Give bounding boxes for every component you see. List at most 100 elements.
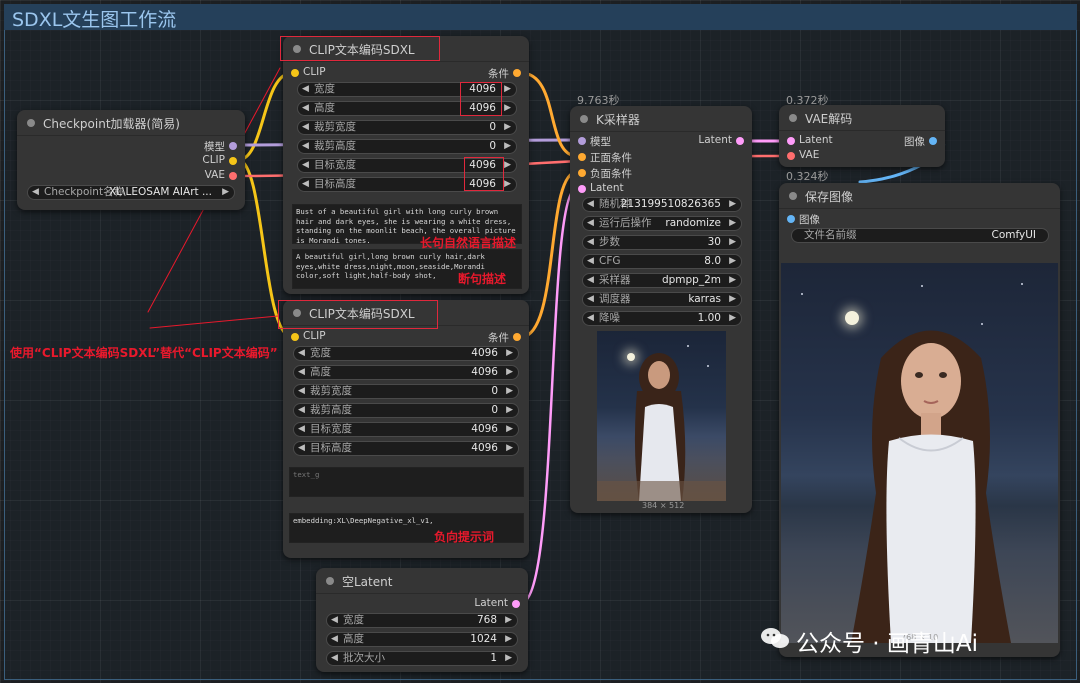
port-dot-icon[interactable] <box>512 600 520 608</box>
batch-size-widget[interactable]: ◀ 批次大小 1 ▶ <box>326 651 518 666</box>
arrow-right-icon[interactable]: ▶ <box>505 614 512 627</box>
arrow-right-icon[interactable]: ▶ <box>506 366 513 379</box>
output-model[interactable]: 模型 <box>17 138 245 154</box>
node-title-bar[interactable]: 空Latent <box>316 568 528 594</box>
arrow-left-icon[interactable]: ◀ <box>331 652 338 665</box>
output-image[interactable]: 图像 <box>865 133 945 149</box>
port-dot-icon[interactable] <box>229 142 237 150</box>
output-conditioning[interactable]: 条件 <box>409 329 529 345</box>
output-vae[interactable]: VAE <box>17 168 245 184</box>
checkpoint-loader-node[interactable]: Checkpoint加载器(简易) 模型 CLIP VAE ◀ Checkpoi… <box>17 110 245 210</box>
input-latent[interactable]: Latent <box>570 181 670 197</box>
node-title-bar[interactable]: Checkpoint加载器(简易) <box>17 110 245 136</box>
filename-prefix-widget[interactable]: 文件名前缀 ComfyUI <box>791 228 1049 243</box>
port-dot-icon[interactable] <box>578 185 586 193</box>
arrow-right-icon[interactable]: ▶ <box>729 198 736 211</box>
port-dot-icon[interactable] <box>578 169 586 177</box>
arrow-right-icon[interactable]: ▶ <box>506 404 513 417</box>
collapse-dot-icon[interactable] <box>789 192 797 200</box>
input-clip[interactable]: CLIP <box>283 329 403 345</box>
arrow-left-icon[interactable]: ◀ <box>298 347 305 360</box>
saved-output-image[interactable] <box>781 263 1058 643</box>
arrow-right-icon[interactable]: ▶ <box>729 312 736 325</box>
input-model[interactable]: 模型 <box>570 133 670 149</box>
port-dot-icon[interactable] <box>291 69 299 77</box>
arrow-left-icon[interactable]: ◀ <box>298 442 305 455</box>
arrow-left-icon[interactable]: ◀ <box>587 217 594 230</box>
arrow-right-icon[interactable]: ▶ <box>506 423 513 436</box>
output-clip[interactable]: CLIP <box>17 153 245 169</box>
output-conditioning[interactable]: 条件 <box>409 65 529 81</box>
arrow-left-icon[interactable]: ◀ <box>302 121 309 134</box>
arrow-right-icon[interactable]: ▶ <box>504 83 511 96</box>
scheduler-widget[interactable]: ◀ 调度器 karras ▶ <box>582 292 742 307</box>
port-dot-icon[interactable] <box>291 333 299 341</box>
arrow-right-icon[interactable]: ▶ <box>729 274 736 287</box>
port-dot-icon[interactable] <box>787 137 795 145</box>
node-title-bar[interactable]: VAE解码 <box>779 105 945 131</box>
arrow-right-icon[interactable]: ▶ <box>729 236 736 249</box>
output-latent[interactable]: Latent <box>672 133 752 149</box>
arrow-right-icon[interactable]: ▶ <box>505 633 512 646</box>
collapse-dot-icon[interactable] <box>789 114 797 122</box>
arrow-left-icon[interactable]: ◀ <box>32 186 39 199</box>
port-dot-icon[interactable] <box>578 153 586 161</box>
text-g-textarea[interactable]: text_g <box>289 467 524 497</box>
arrow-left-icon[interactable]: ◀ <box>587 255 594 268</box>
empty-latent-node[interactable]: 空Latent Latent ◀ 宽度 768 ▶ ◀ 高度 1024 ▶ ◀ 批次大小 1 ▶ <box>316 568 528 672</box>
input-negative[interactable]: 负面条件 <box>570 165 670 181</box>
input-latent[interactable]: Latent <box>779 133 859 149</box>
arrow-right-icon[interactable]: ▶ <box>729 217 736 230</box>
output-latent[interactable]: Latent <box>408 596 528 612</box>
input-positive[interactable]: 正面条件 <box>570 149 670 165</box>
arrow-left-icon[interactable]: ◀ <box>587 274 594 287</box>
arrow-right-icon[interactable]: ▶ <box>504 178 511 191</box>
cfg-widget[interactable]: ◀ CFG 8.0 ▶ <box>582 254 742 269</box>
steps-widget[interactable]: ◀ 步数 30 ▶ <box>582 235 742 250</box>
height-number-widget[interactable]: ◀ 高度 4096 ▶ <box>293 365 519 380</box>
port-dot-icon[interactable] <box>787 215 795 223</box>
arrow-right-icon[interactable]: ▶ <box>506 347 513 360</box>
arrow-left-icon[interactable]: ◀ <box>302 102 309 115</box>
seed-widget[interactable]: ◀ 随机种 213199510826365 ▶ <box>582 197 742 212</box>
input-clip[interactable]: CLIP <box>283 65 403 81</box>
arrow-left-icon[interactable]: ◀ <box>302 140 309 153</box>
arrow-left-icon[interactable]: ◀ <box>331 633 338 646</box>
arrow-left-icon[interactable]: ◀ <box>302 178 309 191</box>
denoise-widget[interactable]: ◀ 降噪 1.00 ▶ <box>582 311 742 326</box>
arrow-left-icon[interactable]: ◀ <box>302 83 309 96</box>
arrow-right-icon[interactable]: ▶ <box>729 293 736 306</box>
arrow-right-icon[interactable]: ▶ <box>222 186 229 199</box>
arrow-left-icon[interactable]: ◀ <box>587 312 594 325</box>
arrow-right-icon[interactable]: ▶ <box>504 121 511 134</box>
ksampler-preview-image[interactable] <box>597 331 726 501</box>
target-width-widget[interactable]: ◀ 目标宽度 4096 ▶ <box>293 422 519 437</box>
input-vae[interactable]: VAE <box>779 148 859 164</box>
port-dot-icon[interactable] <box>736 137 744 145</box>
arrow-left-icon[interactable]: ◀ <box>331 614 338 627</box>
clip-text-encode-sdxl-negative[interactable]: CLIP文本编码SDXL CLIP 条件 ◀ 宽度 4096 ▶ ◀ 高度 4096 ▶ ◀… <box>283 300 529 558</box>
arrow-left-icon[interactable]: ◀ <box>302 159 309 172</box>
arrow-left-icon[interactable]: ◀ <box>587 236 594 249</box>
port-dot-icon[interactable] <box>229 172 237 180</box>
latent-width-widget[interactable]: ◀ 宽度 768 ▶ <box>326 613 518 628</box>
arrow-left-icon[interactable]: ◀ <box>587 293 594 306</box>
port-dot-icon[interactable] <box>787 152 795 160</box>
port-dot-icon[interactable] <box>578 137 586 145</box>
checkpoint-name-combo[interactable]: ◀ Checkpoint名称 XL\LEOSAM AIArt ... ▶ <box>27 185 235 200</box>
arrow-right-icon[interactable]: ▶ <box>506 385 513 398</box>
ksampler-node[interactable]: K采样器 模型 Latent 正面条件 负面条件 Latent ◀ 随机种 2131… <box>570 106 752 513</box>
arrow-right-icon[interactable]: ▶ <box>504 159 511 172</box>
crop-width-widget[interactable]: ◀ 裁剪宽度 0 ▶ <box>293 384 519 399</box>
collapse-dot-icon[interactable] <box>326 577 334 585</box>
width-number-widget[interactable]: ◀ 宽度 4096 ▶ <box>293 346 519 361</box>
collapse-dot-icon[interactable] <box>580 115 588 123</box>
port-dot-icon[interactable] <box>229 157 237 165</box>
arrow-right-icon[interactable]: ▶ <box>506 442 513 455</box>
node-title-bar[interactable]: K采样器 <box>570 106 752 132</box>
vae-decode-node[interactable]: VAE解码 Latent 图像 VAE <box>779 105 945 167</box>
port-dot-icon[interactable] <box>513 333 521 341</box>
arrow-right-icon[interactable]: ▶ <box>504 102 511 115</box>
arrow-left-icon[interactable]: ◀ <box>298 366 305 379</box>
arrow-left-icon[interactable]: ◀ <box>298 385 305 398</box>
